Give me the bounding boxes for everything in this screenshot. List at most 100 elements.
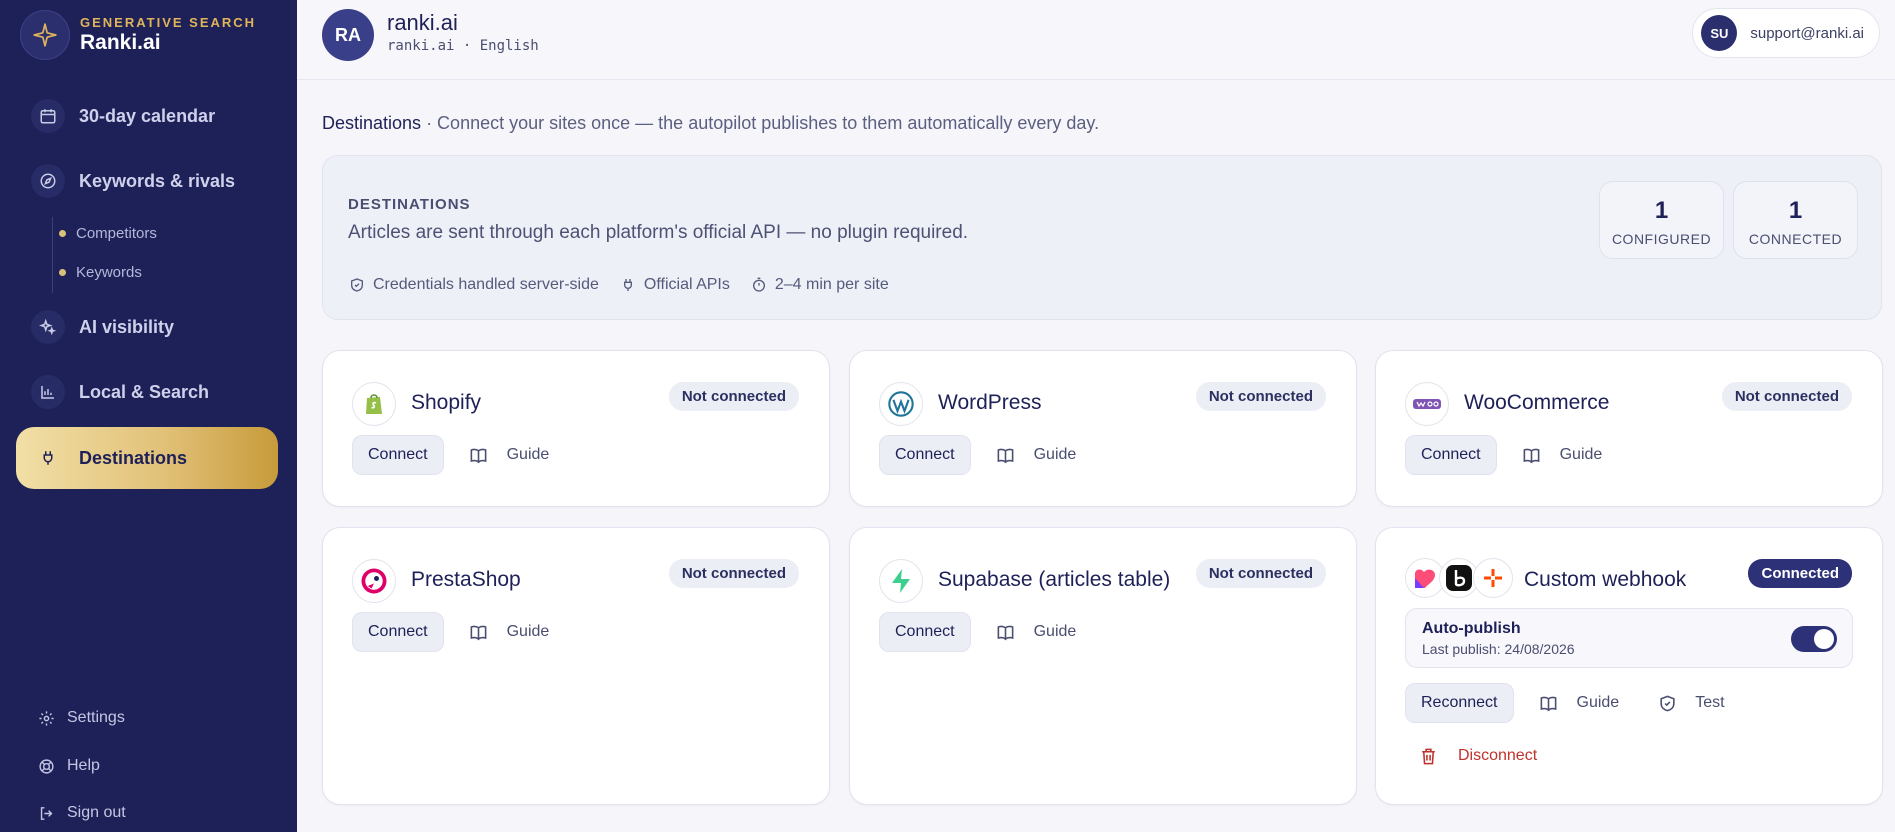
plug-icon — [31, 441, 65, 475]
calendar-icon — [31, 99, 65, 133]
disconnect-button[interactable]: Disconnect — [1418, 746, 1537, 766]
guide-link[interactable]: Guide — [469, 445, 549, 465]
bullet-icon — [59, 230, 66, 237]
sidebar-footer-label: Settings — [67, 709, 125, 726]
book-icon — [996, 445, 1016, 465]
stopwatch-icon — [750, 276, 768, 294]
subnav: Competitors Keywords — [52, 217, 252, 293]
bullet-icon — [59, 269, 66, 276]
stat-caption: CONFIGURED — [1611, 231, 1712, 247]
gear-icon — [36, 708, 56, 728]
guide-link[interactable]: Guide — [469, 622, 550, 642]
page-title: Destinations — [322, 113, 422, 133]
status-badge: Not connected — [1195, 382, 1326, 411]
trash-icon — [1418, 746, 1438, 766]
book-icon — [1539, 693, 1559, 713]
guide-link[interactable]: Guide — [1522, 445, 1602, 465]
guide-label: Guide — [1033, 623, 1077, 640]
prestashop-icon — [352, 559, 396, 603]
destination-card-prestashop: PrestaShop Not connected Connect Guide — [322, 527, 830, 805]
shield-icon — [348, 276, 366, 294]
sidebar-item-local-search[interactable]: Local & Search — [16, 361, 278, 423]
tag-label: Credentials handled server-side — [373, 276, 599, 293]
destination-name: Shopify — [411, 391, 482, 414]
destination-card-supabase: Supabase (articles table) Not connected … — [849, 527, 1357, 805]
webhook-logos — [1405, 558, 1513, 598]
status-badge: Not connected — [1721, 382, 1852, 411]
stat-value: 1 — [1654, 197, 1669, 224]
sidebar-item-destinations[interactable]: Destinations — [16, 427, 278, 489]
summary-title: DESTINATIONS — [348, 196, 471, 213]
sidebar-item-label: Destinations — [79, 447, 188, 468]
sidebar-sign-out[interactable]: Sign out — [36, 803, 126, 823]
page-description: · Connect your sites once — the autopilo… — [421, 113, 1100, 133]
reconnect-button[interactable]: Reconnect — [1405, 683, 1514, 723]
status-badge: Not connected — [668, 382, 799, 411]
subnav-label: Competitors — [76, 225, 157, 242]
stat-connected: 1 CONNECTED — [1733, 181, 1858, 259]
test-button[interactable]: Test — [1657, 693, 1725, 713]
wordpress-icon — [879, 382, 923, 426]
sidebar-item-keywords-rivals[interactable]: Keywords & rivals — [16, 150, 278, 212]
site-avatar[interactable]: RA — [322, 9, 374, 61]
summary-description: Articles are sent through each platform'… — [348, 222, 969, 243]
shopify-icon — [352, 382, 396, 426]
book-icon — [996, 622, 1016, 642]
sidebar-item-label: AI visibility — [79, 316, 175, 337]
connect-button[interactable]: Connect — [879, 612, 971, 652]
last-publish: Last publish: 24/08/2026 — [1422, 641, 1575, 657]
user-menu[interactable]: SU support@ranki.ai — [1692, 8, 1880, 58]
plug-icon — [619, 276, 637, 294]
tag-duration: 2–4 min per site — [750, 276, 889, 294]
guide-link[interactable]: Guide — [996, 622, 1077, 642]
destination-card-shopify: Shopify Not connected Connect Guide — [322, 350, 830, 507]
sparkle-logo-icon — [20, 10, 70, 60]
sidebar-item-calendar[interactable]: 30-day calendar — [16, 85, 278, 147]
topbar: RA ranki.ai ranki.ai · English SU suppor… — [297, 0, 1895, 80]
user-email: support@ranki.ai — [1750, 24, 1864, 42]
subnav-item-competitors[interactable]: Competitors — [59, 225, 157, 242]
sidebar: GENERATIVE SEARCH Ranki.ai 30-day calend… — [0, 0, 297, 832]
status-badge: Connected — [1748, 559, 1852, 588]
zapier-icon — [1473, 558, 1513, 598]
sidebar-settings[interactable]: Settings — [36, 708, 125, 728]
autopublish-label: Auto-publish — [1422, 620, 1521, 637]
guide-label: Guide — [506, 623, 550, 640]
connect-button[interactable]: Connect — [1405, 435, 1497, 475]
woocommerce-icon — [1405, 382, 1449, 426]
book-icon — [1522, 445, 1542, 465]
sidebar-footer-label: Help — [67, 757, 100, 774]
tag-label: 2–4 min per site — [774, 276, 889, 293]
brand[interactable]: GENERATIVE SEARCH Ranki.ai — [20, 10, 256, 60]
sidebar-footer-label: Sign out — [67, 804, 126, 821]
autopublish-toggle[interactable] — [1791, 626, 1837, 652]
sidebar-item-label: Local & Search — [79, 381, 210, 402]
book-icon — [469, 445, 489, 465]
stat-configured: 1 CONFIGURED — [1599, 181, 1724, 259]
status-badge: Not connected — [668, 559, 799, 588]
sign-out-icon — [36, 803, 56, 823]
connect-button[interactable]: Connect — [879, 435, 971, 475]
toggle-knob — [1814, 629, 1834, 649]
destination-name: Custom webhook — [1524, 568, 1687, 591]
guide-label: Guide — [1033, 446, 1077, 463]
connect-button[interactable]: Connect — [352, 435, 444, 475]
sidebar-item-ai-visibility[interactable]: AI visibility — [16, 296, 278, 358]
destinations-summary: DESTINATIONS Articles are sent through e… — [322, 155, 1882, 320]
page-intro: Destinations · Connect your sites once —… — [322, 113, 1099, 134]
guide-link[interactable]: Guide — [996, 445, 1077, 465]
sidebar-help[interactable]: Help — [36, 756, 100, 776]
sparkles-icon — [31, 310, 65, 344]
guide-link[interactable]: Guide — [1539, 693, 1620, 713]
tag-label: Official APIs — [643, 276, 730, 293]
destination-name: WordPress — [938, 391, 1042, 414]
status-badge: Not connected — [1195, 559, 1326, 588]
lifebuoy-icon — [36, 756, 56, 776]
brand-kicker: GENERATIVE SEARCH — [80, 15, 257, 30]
tag-credentials: Credentials handled server-side — [348, 276, 599, 294]
subnav-item-keywords[interactable]: Keywords — [59, 264, 142, 281]
connect-button[interactable]: Connect — [352, 612, 444, 652]
sidebar-item-label: Keywords & rivals — [79, 170, 236, 191]
guide-label: Guide — [1576, 694, 1620, 711]
test-label: Test — [1695, 694, 1725, 711]
